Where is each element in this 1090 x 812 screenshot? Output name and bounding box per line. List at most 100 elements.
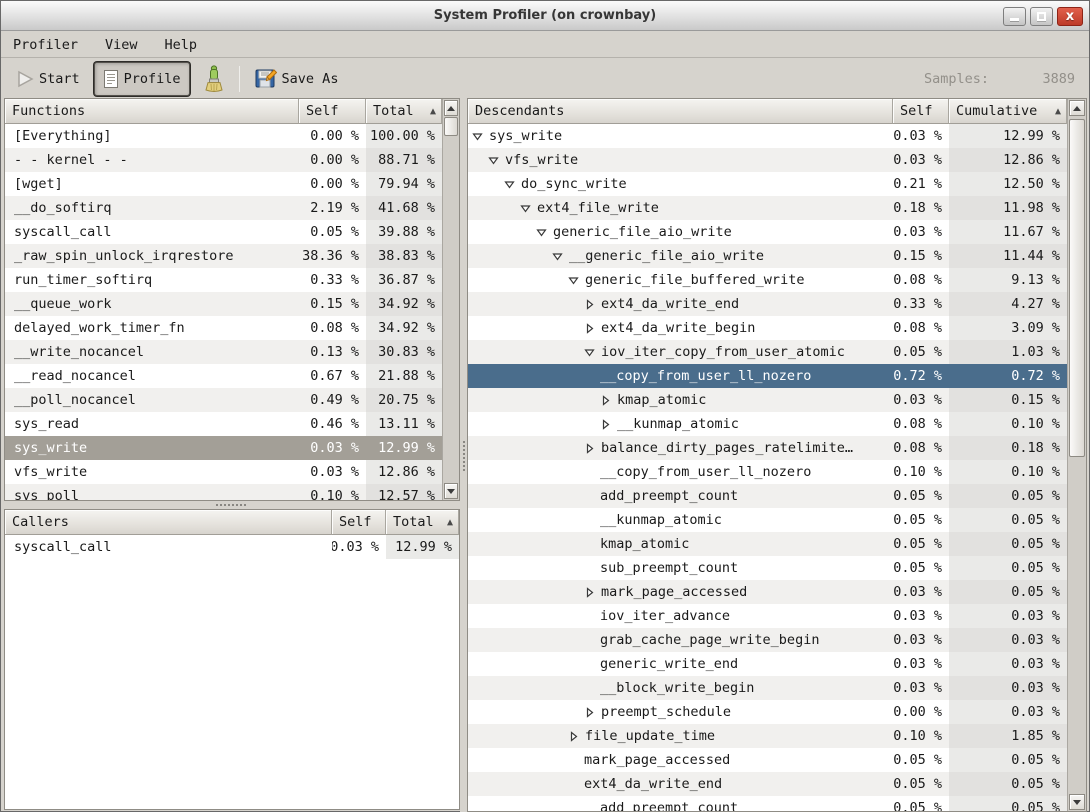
- start-button[interactable]: Start: [11, 66, 86, 92]
- scrollbar-thumb[interactable]: [1069, 119, 1085, 457]
- expander-open-icon[interactable]: [472, 131, 489, 142]
- tree-indent: [472, 232, 536, 233]
- table-row[interactable]: __write_nocancel0.13 %30.83 %: [5, 340, 442, 364]
- self-percent: 0.00 %: [893, 700, 949, 724]
- table-row[interactable]: __queue_work0.15 %34.92 %: [5, 292, 442, 316]
- save-as-button[interactable]: Save As: [249, 64, 345, 93]
- tree-row[interactable]: kmap_atomic0.05 %0.05 %: [468, 532, 1067, 556]
- tree-row[interactable]: generic_write_end0.03 %0.03 %: [468, 652, 1067, 676]
- table-row[interactable]: run_timer_softirq0.33 %36.87 %: [5, 268, 442, 292]
- callers-total-column-header[interactable]: Total▲: [386, 510, 459, 535]
- table-row[interactable]: syscall_call0.03 %12.99 %: [5, 535, 460, 559]
- expander-closed-icon[interactable]: [584, 587, 601, 598]
- expander-open-icon[interactable]: [536, 227, 553, 238]
- functions-scrollbar[interactable]: [442, 99, 459, 500]
- minimize-button[interactable]: [1003, 7, 1026, 26]
- expander-closed-icon[interactable]: [584, 443, 601, 454]
- function-name: generic_file_aio_write: [468, 220, 893, 244]
- functions-self-column-header[interactable]: Self: [299, 99, 366, 124]
- descendants-self-column-header[interactable]: Self: [893, 99, 949, 124]
- menu-view[interactable]: View: [105, 37, 138, 53]
- close-button[interactable]: x: [1057, 7, 1083, 26]
- tree-row[interactable]: ext4_da_write_end0.33 %4.27 %: [468, 292, 1067, 316]
- horizontal-splitter[interactable]: [1, 501, 461, 509]
- tree-row[interactable]: vfs_write0.03 %12.86 %: [468, 148, 1067, 172]
- tree-row[interactable]: iov_iter_copy_from_user_atomic0.05 %1.03…: [468, 340, 1067, 364]
- tree-row[interactable]: ext4_da_write_begin0.08 %3.09 %: [468, 316, 1067, 340]
- tree-row[interactable]: generic_file_buffered_write0.08 %9.13 %: [468, 268, 1067, 292]
- tree-row[interactable]: add_preempt_count0.05 %0.05 %: [468, 484, 1067, 508]
- descendants-cumulative-column-header[interactable]: Cumulative▲: [949, 99, 1067, 124]
- tree-row[interactable]: kmap_atomic0.03 %0.15 %: [468, 388, 1067, 412]
- tree-row[interactable]: __kunmap_atomic0.08 %0.10 %: [468, 412, 1067, 436]
- tree-row[interactable]: ext4_file_write0.18 %11.98 %: [468, 196, 1067, 220]
- table-row[interactable]: syscall_call0.05 %39.88 %: [5, 220, 442, 244]
- tree-row[interactable]: grab_cache_page_write_begin0.03 %0.03 %: [468, 628, 1067, 652]
- scroll-up-button[interactable]: [1069, 100, 1085, 116]
- tree-row[interactable]: do_sync_write0.21 %12.50 %: [468, 172, 1067, 196]
- descendants-column-header[interactable]: Descendants: [468, 99, 893, 124]
- table-row[interactable]: sys_write0.03 %12.99 %: [5, 436, 442, 460]
- profile-toggle-button[interactable]: Profile: [94, 62, 190, 96]
- tree-row[interactable]: iov_iter_advance0.03 %0.03 %: [468, 604, 1067, 628]
- functions-column-header[interactable]: Functions: [5, 99, 299, 124]
- callers-self-column-header[interactable]: Self: [332, 510, 386, 535]
- tree-row[interactable]: ext4_da_write_end0.05 %0.05 %: [468, 772, 1067, 796]
- descendants-scrollbar[interactable]: [1067, 99, 1086, 811]
- maximize-button[interactable]: [1030, 7, 1053, 26]
- expander-open-icon[interactable]: [552, 251, 569, 262]
- tree-row[interactable]: mark_page_accessed0.05 %0.05 %: [468, 748, 1067, 772]
- table-row[interactable]: __do_softirq2.19 %41.68 %: [5, 196, 442, 220]
- expander-closed-icon[interactable]: [568, 731, 585, 742]
- tree-row[interactable]: generic_file_aio_write0.03 %11.67 %: [468, 220, 1067, 244]
- tree-row[interactable]: balance_dirty_pages_ratelimite…0.08 %0.1…: [468, 436, 1067, 460]
- tree-row[interactable]: sys_write0.03 %12.99 %: [468, 124, 1067, 148]
- scroll-down-button[interactable]: [444, 483, 458, 499]
- scroll-down-button[interactable]: [1069, 794, 1085, 810]
- reset-button[interactable]: [196, 61, 232, 97]
- table-row[interactable]: - - kernel - -0.00 %88.71 %: [5, 148, 442, 172]
- tree-row[interactable]: __block_write_begin0.03 %0.03 %: [468, 676, 1067, 700]
- table-row[interactable]: [wget]0.00 %79.94 %: [5, 172, 442, 196]
- table-row[interactable]: __read_nocancel0.67 %21.88 %: [5, 364, 442, 388]
- tree-row[interactable]: __kunmap_atomic0.05 %0.05 %: [468, 508, 1067, 532]
- table-row[interactable]: sys_read0.46 %13.11 %: [5, 412, 442, 436]
- tree-row[interactable]: __copy_from_user_ll_nozero0.72 %0.72 %: [468, 364, 1067, 388]
- expander-open-icon[interactable]: [504, 179, 521, 190]
- scroll-up-button[interactable]: [444, 100, 458, 116]
- menu-help[interactable]: Help: [165, 37, 198, 53]
- table-row[interactable]: [Everything]0.00 %100.00 %: [5, 124, 442, 148]
- scrollbar-thumb[interactable]: [444, 117, 458, 136]
- table-row[interactable]: delayed_work_timer_fn0.08 %34.92 %: [5, 316, 442, 340]
- tree-row[interactable]: add_preempt_count0.05 %0.05 %: [468, 796, 1067, 811]
- expander-open-icon[interactable]: [568, 275, 585, 286]
- tree-row[interactable]: __copy_from_user_ll_nozero0.10 %0.10 %: [468, 460, 1067, 484]
- tree-row[interactable]: __generic_file_aio_write0.15 %11.44 %: [468, 244, 1067, 268]
- menu-profiler[interactable]: Profiler: [13, 37, 78, 53]
- tree-row[interactable]: file_update_time0.10 %1.85 %: [468, 724, 1067, 748]
- expander-closed-icon[interactable]: [600, 395, 617, 406]
- tree-indent: [472, 496, 600, 497]
- tree-row[interactable]: sub_preempt_count0.05 %0.05 %: [468, 556, 1067, 580]
- table-row[interactable]: vfs_write0.03 %12.86 %: [5, 460, 442, 484]
- function-name: mark_page_accessed: [468, 580, 893, 604]
- expander-open-icon[interactable]: [488, 155, 505, 166]
- titlebar[interactable]: System Profiler (on crownbay) x: [1, 1, 1089, 31]
- expander-closed-icon[interactable]: [584, 299, 601, 310]
- table-row[interactable]: sys_poll0.10 %12.57 %: [5, 484, 442, 500]
- callers-column-header[interactable]: Callers: [5, 510, 332, 535]
- expander-closed-icon[interactable]: [600, 419, 617, 430]
- expander-open-icon[interactable]: [520, 203, 537, 214]
- expander-open-icon[interactable]: [584, 347, 601, 358]
- tree-row[interactable]: mark_page_accessed0.03 %0.05 %: [468, 580, 1067, 604]
- functions-total-column-header[interactable]: Total▲: [366, 99, 442, 124]
- vertical-splitter[interactable]: [460, 98, 467, 812]
- self-percent: 0.10 %: [299, 484, 366, 500]
- table-row[interactable]: _raw_spin_unlock_irqrestore38.36 %38.83 …: [5, 244, 442, 268]
- table-row[interactable]: __poll_nocancel0.49 %20.75 %: [5, 388, 442, 412]
- tree-row[interactable]: preempt_schedule0.00 %0.03 %: [468, 700, 1067, 724]
- expander-closed-icon[interactable]: [584, 323, 601, 334]
- cumulative-percent: 0.03 %: [949, 604, 1067, 628]
- expander-closed-icon[interactable]: [584, 707, 601, 718]
- self-percent: 2.19 %: [299, 196, 366, 220]
